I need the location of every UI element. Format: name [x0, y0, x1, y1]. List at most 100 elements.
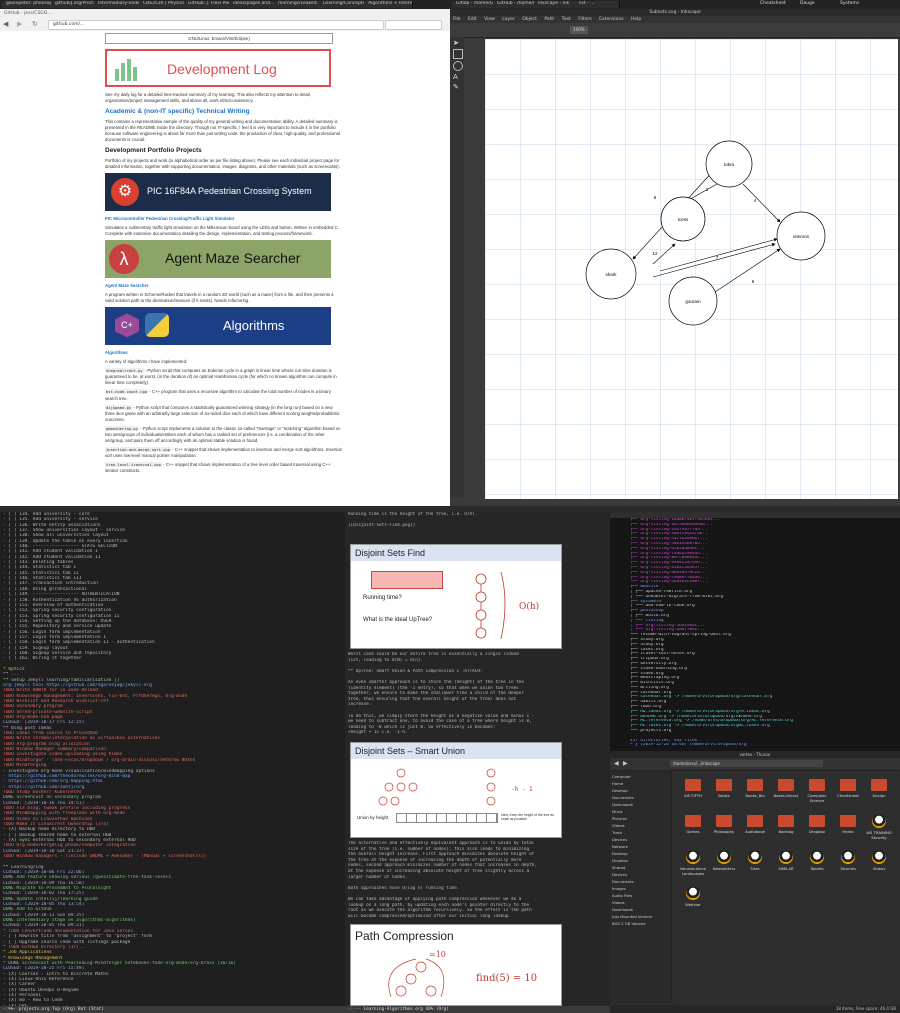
menu-edit[interactable]: Edit — [468, 17, 477, 22]
sidebar-place[interactable]: Documents — [612, 794, 669, 801]
folder-item[interactable]: Audiobook — [740, 813, 770, 845]
sidebar-place[interactable]: Trash — [612, 829, 669, 836]
rect-tool-icon[interactable] — [453, 49, 463, 59]
panel-tab[interactable]: gavinpeter: philosophies... — [2, 1, 55, 8]
maze-link[interactable]: Agent Maze Searcher — [105, 283, 148, 288]
pen-tool-icon[interactable]: ✎ — [453, 83, 461, 91]
folder-item[interactable]: Herbs — [833, 813, 863, 845]
algo-item: bst-node-count.cpp - C++ program that us… — [105, 389, 331, 401]
search-input[interactable] — [385, 20, 442, 30]
folder-item[interactable]: Backlog — [771, 813, 801, 845]
drawing-canvas[interactable]: tokra tcess reinmon shark gouram 6 1 4 1… — [485, 39, 898, 499]
folder-label: Books-library — [773, 793, 799, 798]
panel-tab[interactable]: mornings/Leaked... — [274, 1, 323, 8]
panel-tab[interactable]: CBS3530 | Physics... — [139, 1, 188, 8]
select-tool-icon[interactable]: ➤ — [453, 39, 461, 47]
emacs-notes-window[interactable]: Running time is the height of the tree, … — [345, 506, 610, 1013]
forward-icon[interactable]: ▶ — [17, 20, 29, 28]
sidebar-place[interactable]: Documents — [612, 878, 669, 885]
back-icon[interactable]: ◀ — [614, 760, 619, 767]
menu-view[interactable]: View — [484, 17, 495, 22]
text-tool-icon[interactable]: A — [453, 73, 461, 81]
folder-item[interactable]: Videos — [864, 849, 894, 881]
sidebar-place[interactable]: Devices — [612, 836, 669, 843]
sidebar-place[interactable]: Network — [612, 843, 669, 850]
folder-item[interactable]: Books_Bio — [740, 777, 770, 809]
panel-tab[interactable]: ideas/pages and... — [229, 1, 278, 8]
folder-item[interactable]: Books-library — [771, 777, 801, 809]
terminal-window[interactable]: vortex: ~/orgs - Terminal ├── org-listin… — [610, 506, 900, 751]
panel-tab[interactable]: Gitlab - /home/GYAS/... — [452, 1, 497, 8]
panel-tab[interactable]: GitHub: J. Flexi Panel... — [184, 1, 233, 8]
sidebar-place[interactable]: Pictures — [612, 815, 669, 822]
panel-tab[interactable]: Inkscape - nik — [534, 1, 579, 8]
academic-paragraph: This contains a representative sample of… — [105, 119, 340, 143]
menu-filters[interactable]: Filters — [578, 17, 592, 22]
sidebar-place[interactable]: Downloads — [612, 906, 669, 913]
folder-item[interactable]: Tutorials — [833, 849, 863, 881]
folder-item[interactable]: Games — [678, 813, 708, 845]
panel-tab[interactable]: Algorithms + Intern... — [364, 1, 413, 8]
menu-text[interactable]: Text — [562, 17, 571, 22]
folder-item[interactable]: Cheatsheet — [833, 777, 863, 809]
emacs-org-window[interactable]: - [ ] 134. Add university - core - [ ] 1… — [0, 506, 345, 1013]
location-bar[interactable]: /home/orvs/.../inkscape — [670, 760, 823, 767]
menu-path[interactable]: Path — [544, 17, 554, 22]
panel-tab[interactable]: github/J.org/ProcQ... — [51, 1, 98, 8]
panel-item[interactable]: Cheatsheet — [760, 1, 786, 6]
forward-icon[interactable]: ▶ — [623, 760, 628, 767]
folder-item[interactable]: AIS FIFTH — [678, 777, 708, 809]
url-input[interactable]: github.com/... — [48, 20, 384, 30]
folder-item[interactable]: Design — [864, 777, 894, 809]
folder-item[interactable]: Books — [709, 777, 739, 809]
folder-item[interactable]: Philosophy — [709, 813, 739, 845]
folder-item[interactable]: Tablets — [802, 849, 832, 881]
pic-banner[interactable]: ⚙ PIC 16F84A Pedestrian Crossing System — [105, 173, 331, 212]
folder-item[interactable]: SIMILAR — [771, 849, 801, 881]
panel-tab[interactable]: Intermediary-nodes-ti... — [94, 1, 143, 8]
back-icon[interactable]: ◀ — [3, 20, 15, 28]
org-buffer[interactable]: - [ ] 134. Add university - core - [ ] 1… — [0, 512, 345, 1013]
sidebar-place[interactable]: BGS 2 GB Volume — [612, 920, 669, 927]
folder-item[interactable]: Sites — [740, 849, 770, 881]
menu-file[interactable]: File — [453, 17, 461, 22]
reload-icon[interactable]: ↻ — [32, 20, 42, 28]
sidebar-place[interactable]: Shared — [612, 864, 669, 871]
menu-object[interactable]: Object — [522, 17, 537, 22]
ellipse-tool-icon[interactable] — [453, 61, 463, 71]
sidebar-place[interactable]: Desktop — [612, 850, 669, 857]
folder-item[interactable]: Dropbox — [802, 813, 832, 845]
folder-item[interactable]: Neuroscience Landscapes — [678, 849, 708, 881]
zoom-field[interactable]: 100% — [570, 26, 588, 34]
panel-tab[interactable]: GitHub - /home/GYAS... — [493, 1, 538, 8]
graph-drawing[interactable]: tokra tcess reinmon shark gouram 6 1 4 1… — [485, 39, 898, 499]
sidebar-place[interactable]: Downloads — [612, 801, 669, 808]
terminal-output[interactable]: ├── org-listing-1da8b74b7f4436e2... ├── … — [610, 518, 900, 748]
menu-extensions[interactable]: Extensions — [599, 17, 623, 22]
sidebar-place[interactable]: Videos — [612, 822, 669, 829]
panel-tab[interactable]: Learning/Conceptions... — [319, 1, 368, 8]
panel-tab[interactable]: list - ... — [575, 1, 620, 8]
panel-item[interactable]: Systems — [840, 1, 859, 6]
menu-layer[interactable]: Layer — [502, 17, 515, 22]
maze-banner[interactable]: λ Agent Maze Searcher — [105, 240, 331, 279]
folder-item[interactable]: AIS TRAINING Security — [864, 813, 894, 845]
sidebar-place[interactable]: Music — [612, 808, 669, 815]
algorithms-banner[interactable]: C+ Algorithms — [105, 307, 331, 346]
sidebar-place[interactable]: Images — [612, 885, 669, 892]
algorithms-link[interactable]: Algorithms — [105, 350, 128, 355]
sidebar-place[interactable]: Audio Files — [612, 892, 669, 899]
sidebar-place[interactable]: Devices — [612, 871, 669, 878]
sidebar-place[interactable]: Desktop — [612, 787, 669, 794]
menu-help[interactable]: Help — [631, 17, 641, 22]
sidebar-place[interactable]: Computer — [612, 773, 669, 780]
folder-item[interactable]: Computer Science — [802, 777, 832, 809]
folder-item[interactable]: Newsletters — [709, 849, 739, 881]
pic-link[interactable]: PIC Microcontroller Pedestrian Crossing/… — [105, 216, 234, 221]
sidebar-place[interactable]: Videos — [612, 899, 669, 906]
folder-item[interactable]: Webinar — [678, 885, 708, 917]
sidebar-place[interactable]: Just Mounted Volume — [612, 913, 669, 920]
panel-item[interactable]: Dauge — [800, 1, 815, 6]
sidebar-place[interactable]: Dropbox — [612, 857, 669, 864]
sidebar-place[interactable]: Home — [612, 780, 669, 787]
